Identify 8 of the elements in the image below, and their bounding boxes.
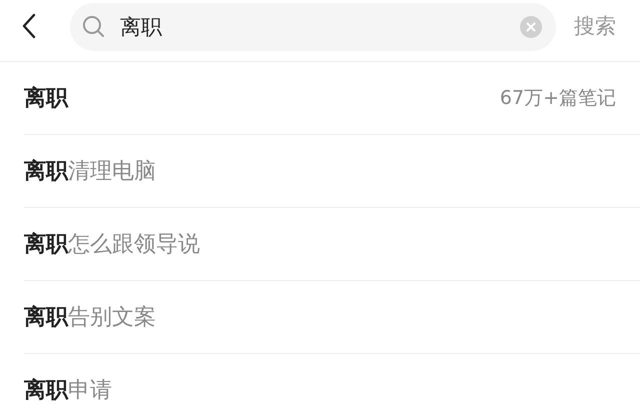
suggestion-item[interactable]: 离职怎么跟领导说: [24, 208, 640, 281]
search-field[interactable]: 离职: [70, 3, 556, 51]
back-icon[interactable]: [22, 13, 36, 39]
suggestion-item[interactable]: 离职申请: [24, 354, 640, 418]
suggestion-item[interactable]: 离职 67万+篇笔记: [24, 62, 640, 135]
suggestion-item[interactable]: 离职告别文案: [24, 281, 640, 354]
search-icon: [82, 15, 106, 39]
suggestion-item[interactable]: 离职清理电脑: [24, 135, 640, 208]
